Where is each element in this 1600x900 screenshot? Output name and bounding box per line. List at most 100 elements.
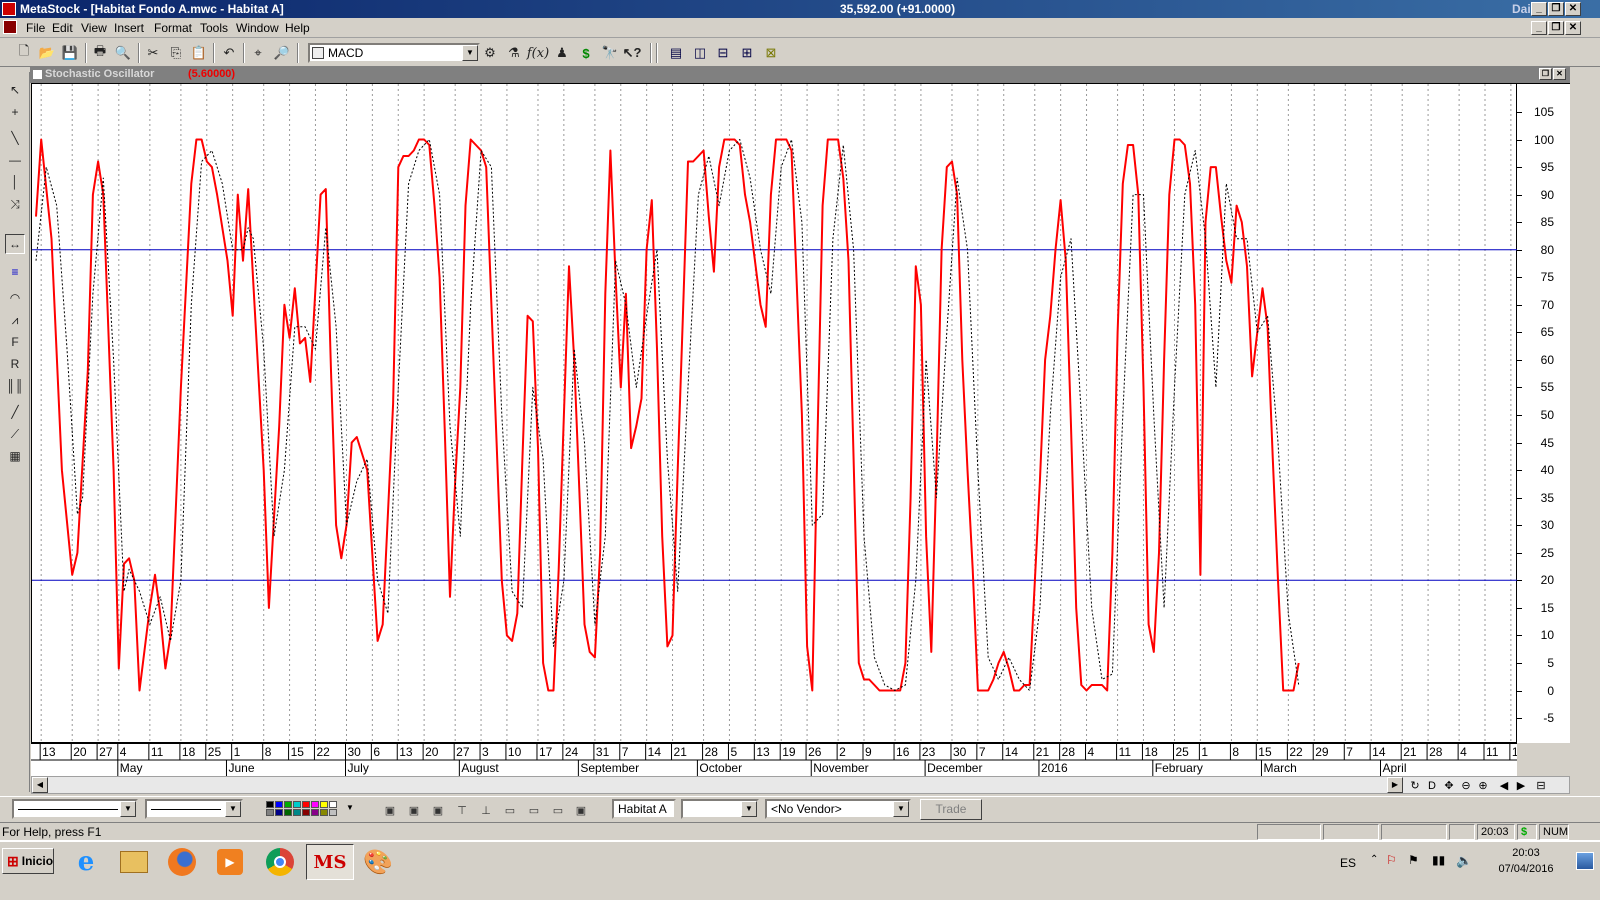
align-top-icon[interactable]: ⊤ (453, 801, 471, 819)
style-button-1-icon[interactable]: ▣ (381, 801, 399, 819)
fibonacci-fan-icon[interactable]: ⩘ (5, 310, 25, 330)
open-icon[interactable]: 📂 (37, 43, 57, 63)
color-swatch[interactable] (284, 801, 292, 808)
system-tester-icon[interactable]: ⚗ (504, 43, 524, 63)
indicator-select[interactable]: MACD ▼ (308, 43, 480, 63)
cycle-line-icon[interactable]: ⤨ (5, 194, 25, 214)
chevron-down-icon[interactable]: ▼ (893, 801, 909, 817)
save-icon[interactable]: 💾 (60, 43, 80, 63)
print-preview-icon[interactable]: 🔍 (113, 43, 133, 63)
fibonacci-arcs-icon[interactable]: ◠ (5, 288, 25, 308)
scroll-back-icon[interactable]: ◀ (1497, 779, 1511, 793)
vertical-line-icon[interactable]: │ (5, 172, 25, 192)
restore-icon[interactable]: ❐ (1548, 2, 1564, 16)
move-icon[interactable]: ✥ (1442, 779, 1456, 793)
expert-advisor-icon[interactable]: ♟ (552, 43, 572, 63)
chevron-down-icon[interactable]: ▼ (120, 801, 136, 817)
chevron-down-icon[interactable]: ▼ (741, 801, 757, 817)
minimize-icon[interactable]: _ (1531, 2, 1547, 16)
chevron-down-icon[interactable]: ▼ (225, 801, 241, 817)
help-context-icon[interactable]: ↖? (622, 43, 642, 63)
horizontal-line-icon[interactable]: — (5, 150, 25, 170)
layout-2-icon[interactable]: ▭ (525, 801, 543, 819)
pane-restore-icon[interactable]: ❐ (1539, 68, 1552, 80)
find-icon[interactable]: 🔭 (600, 43, 620, 63)
andrews-pitchfork-icon[interactable]: ▦ (5, 446, 25, 466)
undo-icon[interactable]: ↶ (219, 43, 239, 63)
action-center-icon[interactable]: ⚑ (1408, 853, 1419, 867)
color-swatch[interactable] (275, 801, 283, 808)
metastock-app-icon[interactable] (2, 2, 16, 16)
arrange-icon[interactable]: ⊠ (761, 43, 781, 63)
color-swatch[interactable] (266, 809, 274, 816)
vendor-select[interactable]: <No Vendor> ▼ (765, 799, 911, 819)
network-icon[interactable]: ▮▮ (1432, 853, 1445, 867)
periodicity-icon[interactable]: D (1425, 779, 1439, 793)
language-indicator[interactable]: ES (1340, 856, 1356, 870)
pane-close-icon[interactable]: ✕ (1553, 68, 1566, 80)
zoom-out-icon[interactable]: ⊖ (1459, 779, 1473, 793)
show-desktop-icon[interactable] (1576, 852, 1594, 870)
window-cascade-icon[interactable]: ▤ (666, 43, 686, 63)
color-swatch[interactable] (302, 809, 310, 816)
chevron-down-icon[interactable]: ▼ (462, 45, 478, 61)
menu-format[interactable]: Format (148, 21, 198, 35)
doc-restore-icon[interactable]: ❐ (1548, 21, 1564, 35)
menu-insert[interactable]: Insert (108, 21, 150, 35)
color-swatch[interactable] (266, 801, 274, 808)
horizontal-scrollbar[interactable]: ◀ ▶ ↻ D ✥ ⊖ ⊕ ◀ ▶ ⊟ (31, 776, 1570, 794)
scroll-left-icon[interactable]: ◀ (32, 777, 48, 793)
color-swatch[interactable] (293, 809, 301, 816)
color-swatch[interactable] (311, 809, 319, 816)
time-zones-icon[interactable]: ║║ (5, 376, 25, 396)
start-button[interactable]: ⊞ Inicio (2, 848, 54, 874)
security-alert-icon[interactable]: ⚐ (1386, 853, 1397, 867)
explorer-icon[interactable]: ⚙ (480, 43, 500, 63)
firefox-icon[interactable] (160, 844, 204, 880)
color-swatch[interactable] (329, 801, 337, 808)
style-button-2-icon[interactable]: ▣ (405, 801, 423, 819)
paste-icon[interactable]: 📋 (189, 43, 209, 63)
doc-close-icon[interactable]: ✕ (1565, 21, 1581, 35)
volume-icon[interactable]: 🔈 (1456, 853, 1472, 869)
menu-tools[interactable]: Tools (194, 21, 234, 35)
line-style-select[interactable]: ▼ (12, 799, 138, 819)
zoom-in-icon[interactable]: ⊕ (1476, 779, 1490, 793)
style-button-3-icon[interactable]: ▣ (429, 801, 447, 819)
file-explorer-icon[interactable] (112, 844, 156, 880)
scroll-end-icon[interactable]: ⊟ (1534, 779, 1548, 793)
quadrant-lines-icon[interactable]: R (5, 354, 25, 374)
color-swatch[interactable] (275, 809, 283, 816)
speed-resistance-icon[interactable]: ↔ (5, 234, 25, 254)
raff-regression-icon[interactable]: ╱ (5, 402, 25, 422)
menu-help[interactable]: Help (279, 21, 316, 35)
security-field[interactable]: Habitat A (612, 799, 676, 819)
media-player-icon[interactable]: ▶ (208, 844, 252, 880)
close-icon[interactable]: ✕ (1565, 2, 1581, 16)
gann-fan-icon[interactable]: ⟋ (5, 424, 25, 444)
trade-button[interactable]: Trade (920, 799, 982, 820)
print-icon[interactable]: 🖶 (90, 43, 110, 63)
menu-window[interactable]: Window (230, 21, 285, 35)
doc-minimize-icon[interactable]: _ (1531, 21, 1547, 35)
internet-explorer-icon[interactable]: e (64, 844, 108, 880)
fibonacci-retracement-icon[interactable]: F (5, 332, 25, 352)
layout-4-icon[interactable]: ▣ (572, 801, 590, 819)
show-hidden-icons-icon[interactable]: ⌃ (1370, 854, 1378, 865)
paint-icon[interactable]: 🎨 (356, 844, 400, 880)
align-bottom-icon[interactable]: ⊥ (477, 801, 495, 819)
cut-icon[interactable]: ✂ (143, 43, 163, 63)
tray-time[interactable]: 20:03 (1498, 847, 1554, 859)
layout-3-icon[interactable]: ▭ (549, 801, 567, 819)
color-swatch[interactable] (320, 801, 328, 808)
dollar-icon[interactable]: $ (576, 43, 596, 63)
refresh-icon[interactable]: ↻ (1408, 779, 1422, 793)
color-swatch[interactable] (293, 801, 301, 808)
color-swatch[interactable] (284, 809, 292, 816)
tile-vertical-icon[interactable]: ◫ (690, 43, 710, 63)
line-weight-select[interactable]: ▼ (145, 799, 243, 819)
color-swatch[interactable] (311, 801, 319, 808)
color-swatch[interactable] (329, 809, 337, 816)
parallel-lines-icon[interactable]: ≡ (5, 262, 25, 282)
chrome-icon[interactable] (258, 844, 302, 880)
